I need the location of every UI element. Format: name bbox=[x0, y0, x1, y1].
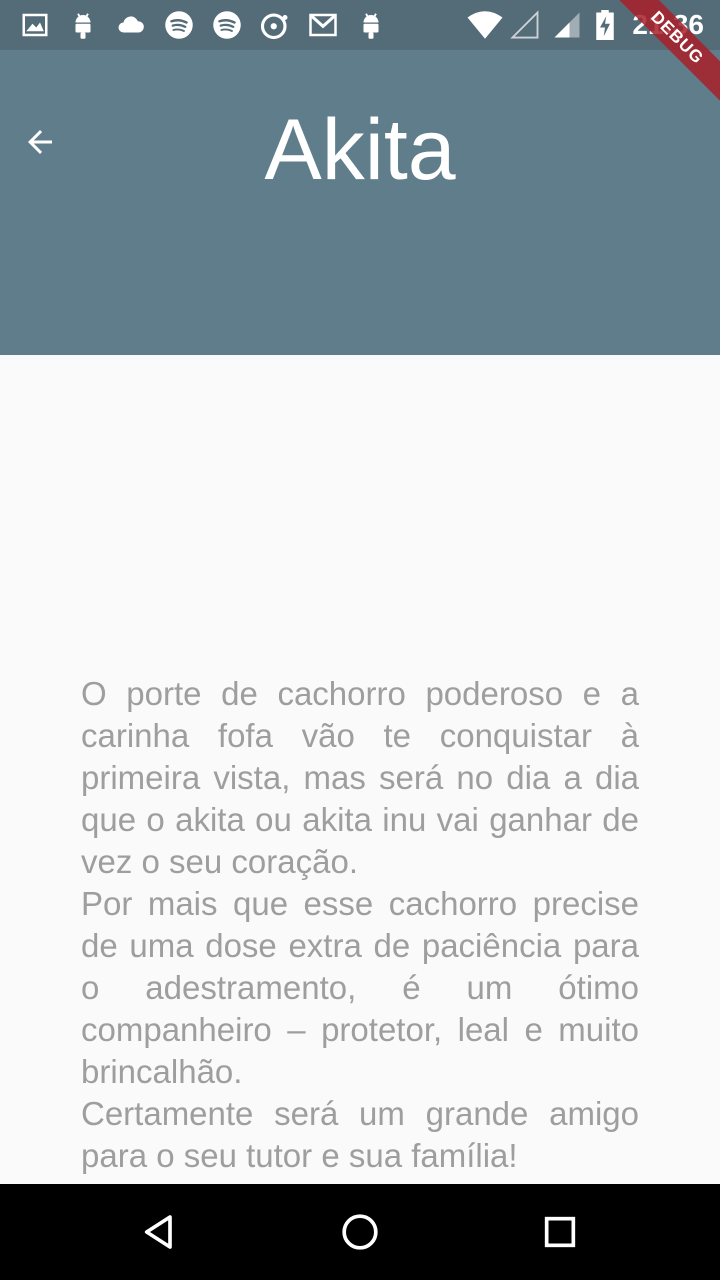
page-title: Akita bbox=[264, 102, 456, 198]
spotify-icon bbox=[213, 11, 241, 39]
signal-icon bbox=[554, 12, 580, 38]
android-icon bbox=[75, 13, 91, 39]
status-bar: 21:36 bbox=[0, 0, 720, 50]
android-icon bbox=[363, 13, 379, 39]
nav-back-icon bbox=[144, 1215, 172, 1249]
screen: 21:36 DEBUG Akita O porte de cachorro po… bbox=[0, 0, 720, 1280]
breed-description: O porte de cachorro poderoso e a carinha… bbox=[81, 673, 639, 1177]
app-bar: Akita bbox=[0, 50, 720, 355]
content-area: O porte de cachorro poderoso e a carinha… bbox=[0, 355, 720, 1184]
nav-back-button[interactable] bbox=[128, 1200, 192, 1264]
nav-home-button[interactable] bbox=[328, 1200, 392, 1264]
music-disc-icon bbox=[260, 13, 288, 40]
nav-home-icon bbox=[342, 1214, 378, 1250]
description-paragraph: O porte de cachorro poderoso e a carinha… bbox=[81, 675, 639, 880]
navigation-bar bbox=[0, 1184, 720, 1280]
signal-empty-icon bbox=[510, 10, 539, 39]
wifi-icon bbox=[467, 11, 503, 39]
nav-recents-button[interactable] bbox=[528, 1200, 592, 1264]
gmail-icon bbox=[309, 13, 337, 37]
cloud-icon bbox=[118, 16, 144, 33]
nav-recents-icon bbox=[544, 1216, 576, 1248]
battery-charging-icon bbox=[596, 10, 614, 40]
description-paragraph: Certamente será um grande amigo para o s… bbox=[81, 1095, 639, 1174]
description-paragraph: Por mais que esse cachorro precise de um… bbox=[81, 885, 639, 1090]
spotify-icon bbox=[165, 11, 193, 39]
image-icon bbox=[22, 13, 48, 37]
